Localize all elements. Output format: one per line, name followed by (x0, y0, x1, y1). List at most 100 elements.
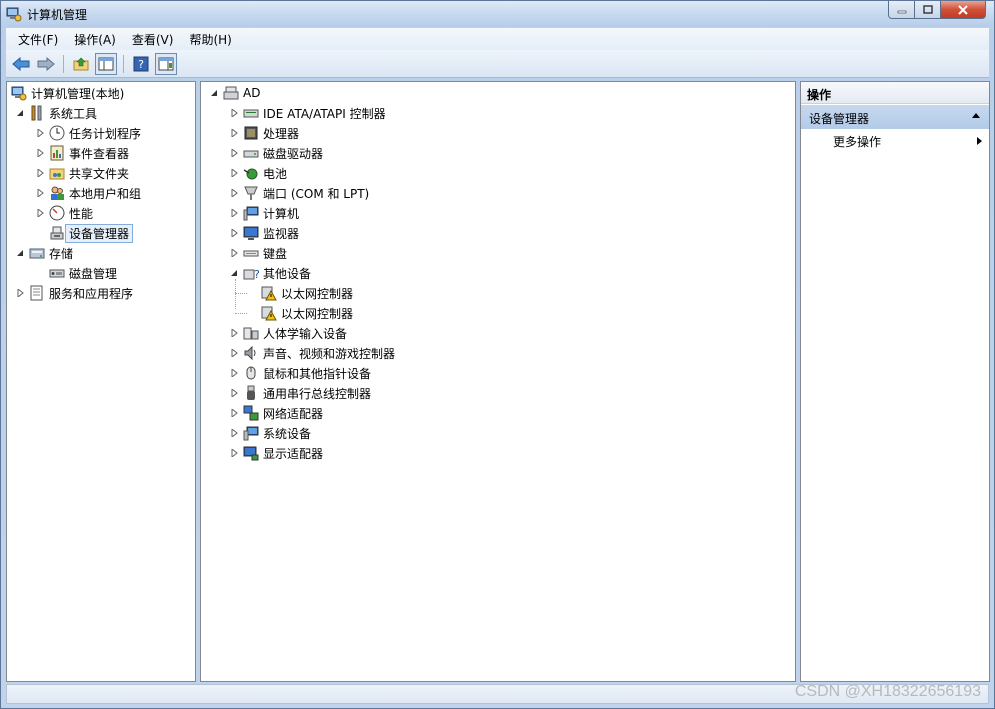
warning-device-icon (261, 286, 277, 301)
device-label: 以太网控制器 (281, 306, 354, 321)
expand-arrow-icon[interactable] (35, 208, 45, 218)
collapse-arrow-icon[interactable] (15, 248, 25, 258)
menu-help[interactable]: 帮助(H) (181, 31, 239, 48)
device-category-system[interactable]: 系统设备 (229, 423, 311, 443)
expand-arrow-icon[interactable] (229, 228, 239, 238)
expand-arrow-icon[interactable] (229, 428, 239, 438)
device-ethernet-controller[interactable]: 以太网控制器 (261, 303, 353, 323)
device-category-hid[interactable]: 人体学输入设备 (229, 323, 347, 343)
tree-item-device-manager[interactable]: 设备管理器 (49, 223, 134, 243)
menu-view[interactable]: 查看(V) (124, 31, 182, 48)
tree-connector-line (235, 293, 247, 294)
actions-section-device-manager[interactable]: 设备管理器 (801, 105, 989, 129)
ide-controller-icon (243, 109, 259, 118)
usb-icon (247, 385, 255, 400)
tree-item-services-applications[interactable]: 服务和应用程序 (15, 283, 133, 303)
expand-arrow-icon[interactable] (229, 188, 239, 198)
expand-arrow-icon[interactable] (229, 128, 239, 138)
expand-arrow-icon[interactable] (229, 348, 239, 358)
device-tree-pane[interactable]: AD IDE ATA/ATAPI 控制器 处理器 磁盘驱动器 电池 端口 (CO… (200, 81, 796, 682)
minimize-icon (897, 10, 906, 13)
title-bar[interactable]: 计算机管理 (1, 1, 994, 27)
up-level-button[interactable] (70, 53, 92, 75)
help-button[interactable]: ? (130, 53, 152, 75)
device-category-sound[interactable]: 声音、视频和游戏控制器 (229, 343, 395, 363)
device-category-ports[interactable]: 端口 (COM 和 LPT) (229, 183, 369, 203)
device-category-display[interactable]: 显示适配器 (229, 443, 323, 463)
expand-arrow-icon[interactable] (229, 408, 239, 418)
performance-gauge-icon (49, 205, 65, 221)
device-category-label: 人体学输入设备 (263, 326, 348, 341)
show-hide-tree-button[interactable] (95, 52, 117, 75)
more-actions-item[interactable]: 更多操作 (833, 132, 983, 150)
expand-arrow-icon[interactable] (229, 108, 239, 118)
show-hide-action-pane-button[interactable] (155, 52, 177, 75)
clock-icon (49, 125, 65, 141)
tree-item-label: 系统工具 (49, 106, 98, 121)
expand-arrow-icon[interactable] (35, 188, 45, 198)
tree-item-system-tools[interactable]: 系统工具 (15, 103, 97, 123)
device-category-computer[interactable]: 计算机 (229, 203, 299, 223)
hid-icon (243, 327, 259, 340)
tree-item-local-users-groups[interactable]: 本地用户和组 (35, 183, 141, 203)
tree-item-storage[interactable]: 存储 (15, 243, 73, 263)
menu-bar: 文件(F) 操作(A) 查看(V) 帮助(H) (6, 28, 989, 50)
device-category-label: 其他设备 (263, 266, 312, 281)
device-category-battery[interactable]: 电池 (229, 163, 287, 183)
tree-item-event-viewer[interactable]: 事件查看器 (35, 143, 129, 163)
expand-arrow-icon[interactable] (229, 448, 239, 458)
device-category-monitors[interactable]: 监视器 (229, 223, 299, 243)
close-button[interactable] (940, 1, 986, 19)
expand-arrow-icon[interactable] (15, 288, 25, 298)
console-tree-pane[interactable]: 计算机管理(本地) 系统工具 任务计划程序 事件查看器 共享文件夹 本地用户和组 (6, 81, 196, 682)
device-tree-root[interactable]: AD (209, 83, 260, 103)
shared-folder-icon (49, 168, 65, 180)
device-category-usb[interactable]: 通用串行总线控制器 (229, 383, 371, 403)
disk-icon (49, 269, 65, 278)
expand-arrow-icon[interactable] (35, 128, 45, 138)
collapse-arrow-icon[interactable] (15, 108, 25, 118)
expand-arrow-icon[interactable] (229, 208, 239, 218)
computer-icon (223, 86, 239, 100)
forward-button[interactable] (35, 53, 57, 75)
expand-arrow-icon[interactable] (229, 328, 239, 338)
svg-text:?: ? (138, 58, 144, 71)
menu-action[interactable]: 操作(A) (66, 31, 124, 48)
tree-item-task-scheduler[interactable]: 任务计划程序 (35, 123, 141, 143)
tree-item-label: 性能 (69, 206, 94, 221)
device-category-mice[interactable]: 鼠标和其他指针设备 (229, 363, 371, 383)
tree-item-shared-folders[interactable]: 共享文件夹 (35, 163, 129, 183)
expand-arrow-icon[interactable] (229, 388, 239, 398)
device-category-ide[interactable]: IDE ATA/ATAPI 控制器 (229, 103, 386, 123)
tree-item-performance[interactable]: 性能 (35, 203, 93, 223)
collapse-up-icon[interactable] (971, 110, 981, 120)
device-category-disk-drives[interactable]: 磁盘驱动器 (229, 143, 323, 163)
device-tree-root-label: AD (243, 86, 261, 100)
device-category-label: 系统设备 (263, 426, 312, 441)
more-actions-label: 更多操作 (833, 134, 882, 149)
tree-root[interactable]: 计算机管理(本地) (11, 83, 124, 103)
expand-arrow-icon[interactable] (229, 368, 239, 378)
device-category-keyboards[interactable]: 键盘 (229, 243, 287, 263)
maximize-button[interactable] (914, 1, 941, 19)
device-category-other-devices[interactable]: ? 其他设备 (229, 263, 311, 283)
expand-arrow-icon[interactable] (35, 148, 45, 158)
device-ethernet-controller[interactable]: 以太网控制器 (261, 283, 353, 303)
tree-item-label: 设备管理器 (65, 223, 134, 243)
tree-item-label: 任务计划程序 (69, 126, 142, 141)
expand-arrow-icon[interactable] (229, 148, 239, 158)
watermark-text: CSDN @XH18322656193 (794, 683, 981, 700)
collapse-arrow-icon[interactable] (229, 268, 239, 278)
expand-arrow-icon[interactable] (229, 248, 239, 258)
tree-item-disk-management[interactable]: 磁盘管理 (49, 263, 117, 283)
expand-arrow-icon[interactable] (229, 168, 239, 178)
tree-item-label: 服务和应用程序 (49, 286, 134, 301)
back-button[interactable] (10, 53, 32, 75)
minimize-button[interactable] (888, 1, 915, 19)
expand-arrow-icon[interactable] (35, 168, 45, 178)
device-category-processor[interactable]: 处理器 (229, 123, 299, 143)
system-device-icon (243, 426, 259, 441)
device-category-network[interactable]: 网络适配器 (229, 403, 323, 423)
menu-file[interactable]: 文件(F) (10, 31, 66, 48)
collapse-arrow-icon[interactable] (209, 88, 219, 98)
